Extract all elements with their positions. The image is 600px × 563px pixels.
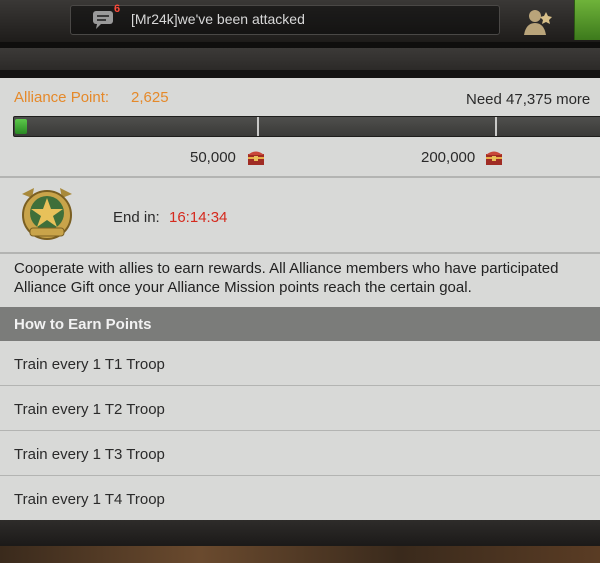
alliance-mission-panel: Alliance Point: 2,625 Need 47,375 more 5…	[0, 78, 600, 520]
earn-points-header: How to Earn Points	[0, 307, 600, 341]
alliance-emblem-icon	[22, 188, 72, 240]
milestone-label: 200,000	[421, 149, 476, 166]
task-label: Train every 1 T3 Troop	[14, 446, 165, 463]
treasure-chest-icon[interactable]	[246, 148, 266, 166]
milestone-tick	[257, 117, 259, 136]
milestone-tick	[495, 117, 497, 136]
panel-bottom-frame	[0, 520, 600, 548]
divider	[0, 176, 600, 178]
mission-description: Cooperate with allies to earn rewards. A…	[14, 259, 600, 297]
section-title: How to Earn Points	[14, 316, 152, 333]
description-line: Cooperate with allies to earn rewards. A…	[14, 260, 559, 277]
task-row[interactable]: Train every 1 T2 Troop	[0, 386, 600, 431]
end-in-label: End in:	[113, 209, 160, 226]
description-line: Alliance Gift once your Alliance Mission…	[14, 279, 472, 296]
frame-stripe	[0, 48, 600, 70]
alliance-point-value: 2,625	[131, 89, 169, 106]
points-needed-text: Need 47,375 more	[466, 91, 591, 108]
task-label: Train every 1 T1 Troop	[14, 356, 165, 373]
milestone-label: 50,000	[190, 149, 236, 166]
progress-bar	[13, 116, 600, 137]
green-action-button[interactable]	[574, 0, 600, 40]
task-label: Train every 1 T2 Troop	[14, 401, 165, 418]
task-label: Train every 1 T4 Troop	[14, 491, 165, 508]
treasure-chest-icon[interactable]	[484, 148, 504, 166]
divider	[0, 252, 600, 254]
alliance-point-label: Alliance Point:	[14, 89, 110, 106]
progress-fill	[15, 119, 27, 134]
task-row[interactable]: Train every 1 T4 Troop	[0, 476, 600, 521]
background-terrain	[0, 546, 600, 563]
chat-unread-badge: 6	[114, 3, 121, 15]
countdown-timer: 16:14:34	[169, 209, 228, 226]
chat-message[interactable]: [Mr24k]we've been attacked	[131, 11, 305, 27]
frame-stripe	[0, 70, 600, 78]
task-row[interactable]: Train every 1 T3 Troop	[0, 431, 600, 476]
alliance-member-icon[interactable]	[522, 8, 552, 36]
task-row[interactable]: Train every 1 T1 Troop	[0, 341, 600, 386]
